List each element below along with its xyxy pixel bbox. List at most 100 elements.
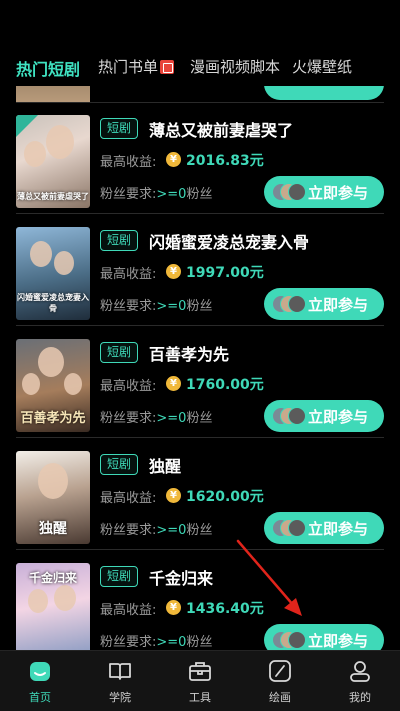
tab-wallpaper[interactable]: 火爆壁纸 [292, 56, 352, 77]
drama-thumbnail[interactable]: 闪婚蜜爱凌总宠妻入骨 [16, 227, 90, 320]
coin-icon: ¥ [166, 376, 181, 391]
toolbox-icon [189, 662, 211, 681]
join-button[interactable]: 立即参与 [264, 176, 384, 208]
earnings-label: 最高收益: [100, 379, 157, 394]
type-tag: 短剧 [100, 118, 139, 139]
nav-item-academy[interactable]: 学院 [90, 651, 150, 711]
category-tabs: 热门短剧 热门书单 漫画视频脚本 火爆壁纸 [0, 0, 400, 90]
fans-value: >=0 [156, 411, 187, 426]
pen-icon [269, 660, 291, 682]
drama-title: 薄总又被前妻虐哭了 [149, 121, 294, 140]
avatar [288, 407, 306, 425]
list-item[interactable]: 千金归来 短剧 千金归来 最高收益: ¥ 1436.40元 粉丝要求:>=0粉丝… [16, 550, 384, 660]
fans-unit: 粉丝 [186, 635, 213, 650]
fans-unit: 粉丝 [186, 299, 213, 314]
book-icon [109, 663, 131, 680]
fans-value: >=0 [156, 523, 187, 538]
type-tag: 短剧 [100, 230, 139, 251]
drama-thumbnail[interactable]: 独醒 [16, 451, 90, 544]
profile-icon [350, 661, 370, 682]
thumbnail-caption: 独醒 [39, 521, 67, 537]
nav-item-tools[interactable]: 工具 [170, 651, 230, 711]
drama-title: 百善孝为先 [149, 345, 230, 364]
nav-item-paint[interactable]: 绘画 [250, 651, 310, 711]
home-icon [30, 662, 50, 681]
fans-label: 粉丝要求: [100, 523, 157, 538]
join-button[interactable]: 立即参与 [264, 288, 384, 320]
join-button-label: 立即参与 [308, 408, 369, 426]
join-button-label: 立即参与 [308, 184, 369, 202]
join-button-label: 立即参与 [308, 632, 369, 650]
type-tag: 短剧 [100, 454, 139, 475]
coin-icon: ¥ [166, 264, 181, 279]
thumbnail-caption: 千金归来 [28, 571, 77, 585]
nav-item-profile[interactable]: 我的 [330, 651, 390, 711]
drama-thumbnail[interactable]: 千金归来 [16, 563, 90, 656]
fans-value: >=0 [156, 635, 187, 650]
drama-thumbnail[interactable]: 百善孝为先 [16, 339, 90, 432]
join-button[interactable]: 立即参与 [264, 512, 384, 544]
drama-thumbnail[interactable]: 薄总又被前妻虐哭了 [16, 115, 90, 208]
avatar [288, 295, 306, 313]
participant-avatars [272, 631, 306, 649]
earnings-value: 1620.00元 [186, 489, 264, 505]
bottom-nav: 首页 学院 工具 绘画 我的 [0, 650, 400, 711]
earnings-value: 1436.40元 [186, 601, 264, 617]
earnings-label: 最高收益: [100, 491, 157, 506]
drama-title: 闪婚蜜爱凌总宠妻入骨 [149, 233, 310, 252]
fans-label: 粉丝要求: [100, 187, 157, 202]
fans-requirement: 粉丝要求:>=0粉丝 [100, 519, 212, 538]
participant-avatars [272, 407, 306, 425]
tab-hot-booklist-label: 热门书单 [98, 58, 159, 76]
list-item[interactable]: 独醒 短剧 独醒 最高收益: ¥ 1620.00元 粉丝要求:>=0粉丝 立即参… [16, 438, 384, 548]
nav-item-home[interactable]: 首页 [10, 651, 70, 711]
fans-requirement: 粉丝要求:>=0粉丝 [100, 183, 212, 202]
book-badge-icon [160, 60, 175, 74]
fans-unit: 粉丝 [186, 187, 213, 202]
join-button[interactable]: 立即参与 [264, 400, 384, 432]
tab-hot-booklist[interactable]: 热门书单 [98, 56, 175, 77]
fans-label: 粉丝要求: [100, 635, 157, 650]
fans-value: >=0 [156, 187, 187, 202]
avatar [288, 631, 306, 649]
nav-label: 学院 [109, 691, 131, 704]
coin-icon: ¥ [166, 152, 181, 167]
nav-label: 我的 [349, 691, 371, 704]
participant-avatars [272, 183, 306, 201]
earnings-label: 最高收益: [100, 267, 157, 282]
fans-requirement: 粉丝要求:>=0粉丝 [100, 631, 212, 650]
fans-unit: 粉丝 [186, 411, 213, 426]
drama-title: 独醒 [149, 457, 182, 476]
type-tag: 短剧 [100, 566, 139, 587]
thumbnail-caption: 薄总又被前妻虐哭了 [17, 192, 89, 201]
thumbnail-caption: 百善孝为先 [20, 411, 86, 426]
list-item[interactable]: 闪婚蜜爱凌总宠妻入骨 短剧 闪婚蜜爱凌总宠妻入骨 最高收益: ¥ 1997.00… [16, 214, 384, 324]
avatar [288, 183, 306, 201]
fans-unit: 粉丝 [186, 523, 213, 538]
earnings-label: 最高收益: [100, 603, 157, 618]
drama-thumbnail [16, 86, 90, 102]
earnings-value: 1760.00元 [186, 377, 264, 393]
join-button-label: 立即参与 [308, 520, 369, 538]
nav-label: 首页 [29, 691, 51, 704]
fans-label: 粉丝要求: [100, 299, 157, 314]
fans-value: >=0 [156, 299, 187, 314]
list-item[interactable]: 百善孝为先 短剧 百善孝为先 最高收益: ¥ 1760.00元 粉丝要求:>=0… [16, 326, 384, 436]
fans-requirement: 粉丝要求:>=0粉丝 [100, 295, 212, 314]
drama-title: 千金归来 [149, 569, 214, 588]
earnings-value: 1997.00元 [186, 265, 264, 281]
participant-avatars [272, 295, 306, 313]
tab-hot-short-drama[interactable]: 热门短剧 [16, 56, 80, 80]
number-corner-badge [16, 115, 38, 137]
join-button-label: 立即参与 [308, 296, 369, 314]
fans-label: 粉丝要求: [100, 411, 157, 426]
earnings-value: 2016.83元 [186, 153, 264, 169]
join-button[interactable] [264, 86, 384, 100]
thumbnail-caption: 闪婚蜜爱凌总宠妻入骨 [17, 293, 89, 313]
tab-comic-video-script[interactable]: 漫画视频脚本 [190, 56, 280, 77]
type-tag: 短剧 [100, 342, 139, 363]
earnings-label: 最高收益: [100, 155, 157, 170]
list-item-partial [16, 86, 384, 102]
avatar [288, 519, 306, 537]
list-item[interactable]: 薄总又被前妻虐哭了 短剧 薄总又被前妻虐哭了 最高收益: ¥ 2016.83元 … [16, 102, 384, 212]
